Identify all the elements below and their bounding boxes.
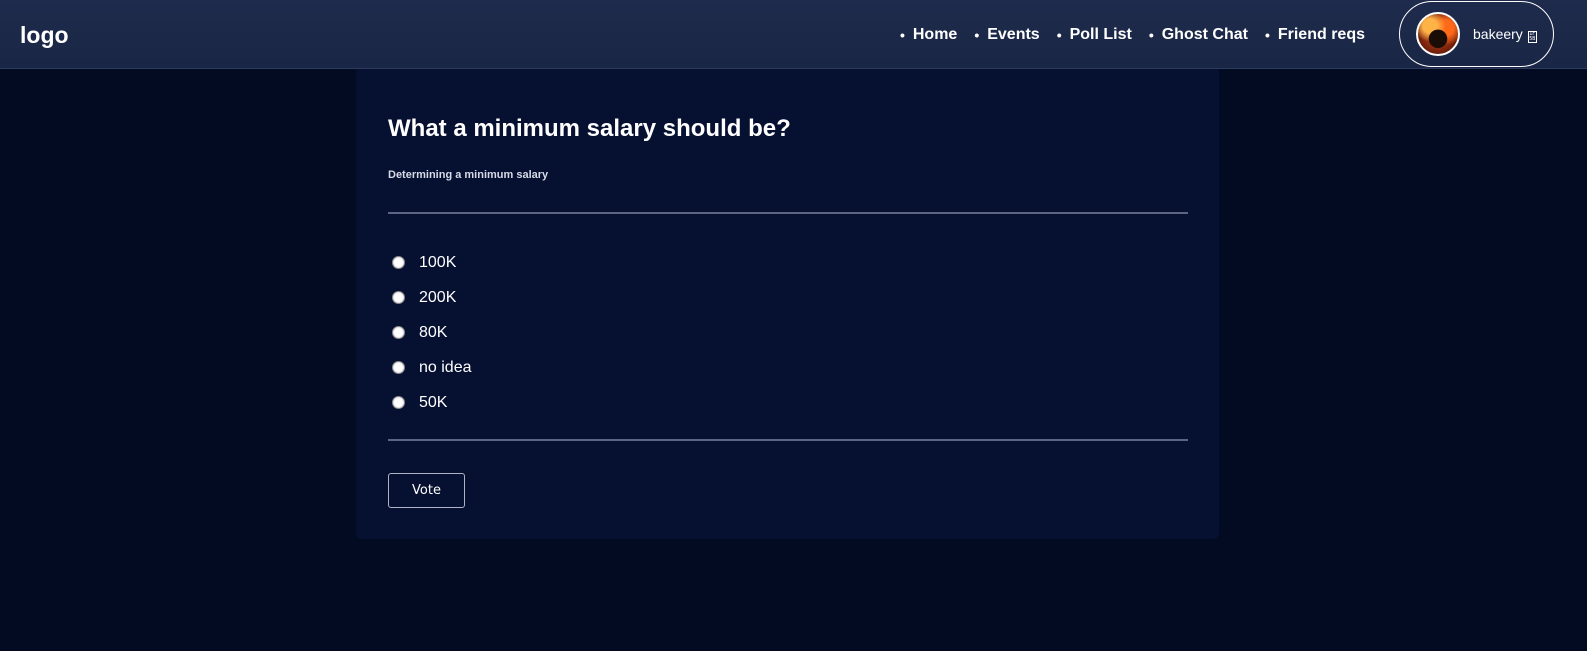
- radio-button[interactable]: [392, 326, 405, 339]
- nav-item-home[interactable]: • Home: [900, 25, 957, 45]
- nav-item-label: Ghost Chat: [1161, 26, 1248, 43]
- divider: [388, 439, 1188, 441]
- nav-item-label: Events: [987, 26, 1040, 43]
- poll-options: 100K 200K 80K no idea 50K: [392, 245, 472, 420]
- username: bakeery 1F 5B: [1473, 25, 1537, 43]
- nav-item-label: Home: [912, 26, 958, 43]
- option-label: 100K: [419, 253, 457, 271]
- top-navbar: logo • Home • Events • Poll List • Ghost…: [0, 0, 1587, 69]
- radio-button[interactable]: [392, 291, 405, 304]
- bullet-icon: •: [1148, 27, 1154, 43]
- bullet-icon: •: [974, 27, 980, 43]
- bullet-icon: •: [1056, 27, 1062, 43]
- main-nav: • Home • Events • Poll List • Ghost Chat…: [883, 25, 1365, 45]
- vote-button[interactable]: Vote: [388, 473, 465, 508]
- divider: [388, 212, 1188, 214]
- poll-card: What a minimum salary should be? Determi…: [356, 69, 1219, 539]
- bullet-icon: •: [899, 27, 905, 43]
- poll-description: Determining a minimum salary: [388, 169, 549, 181]
- radio-button[interactable]: [392, 396, 405, 409]
- nav-item-label: Poll List: [1069, 26, 1132, 43]
- nav-item-poll-list[interactable]: • Poll List: [1057, 25, 1132, 45]
- poll-option-200k[interactable]: 200K: [392, 280, 472, 315]
- radio-button[interactable]: [392, 256, 405, 269]
- option-label: no idea: [419, 358, 472, 376]
- missing-glyph-icon: 1F 5B: [1527, 31, 1537, 43]
- nav-item-events[interactable]: • Events: [974, 25, 1039, 45]
- poll-title: What a minimum salary should be?: [388, 115, 791, 142]
- bullet-icon: •: [1264, 27, 1270, 43]
- avatar: [1416, 12, 1460, 56]
- user-menu-button[interactable]: bakeery 1F 5B: [1399, 1, 1554, 67]
- nav-item-label: Friend reqs: [1277, 26, 1365, 43]
- poll-option-100k[interactable]: 100K: [392, 245, 472, 280]
- poll-option-no-idea[interactable]: no idea: [392, 350, 472, 385]
- nav-item-ghost-chat[interactable]: • Ghost Chat: [1149, 25, 1248, 45]
- nav-item-friend-reqs[interactable]: • Friend reqs: [1265, 25, 1365, 45]
- logo[interactable]: logo: [20, 21, 69, 49]
- option-label: 80K: [419, 323, 448, 341]
- username-text: bakeery: [1473, 26, 1523, 42]
- poll-option-80k[interactable]: 80K: [392, 315, 472, 350]
- poll-option-50k[interactable]: 50K: [392, 385, 472, 420]
- option-label: 200K: [419, 288, 457, 306]
- option-label: 50K: [419, 393, 448, 411]
- radio-button[interactable]: [392, 361, 405, 374]
